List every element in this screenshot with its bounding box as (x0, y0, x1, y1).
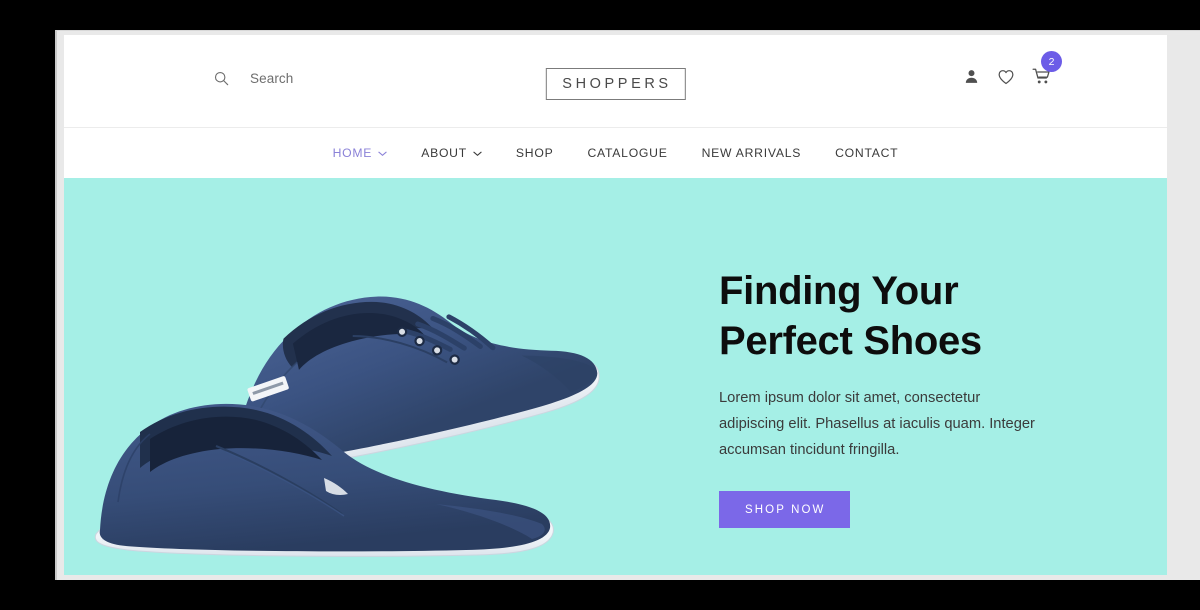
hero-product-image (64, 178, 704, 575)
search-icon (214, 71, 229, 86)
search-label: Search (250, 71, 294, 86)
nav-item-label: HOME (332, 146, 373, 160)
nav-item-label: CATALOGUE (587, 146, 668, 160)
chevron-down-icon (378, 151, 387, 157)
hero-heading: Finding Your Perfect Shoes (719, 266, 1099, 366)
nav-item-about[interactable]: ABOUT (421, 146, 482, 160)
nav-item-label: SHOP (515, 146, 554, 160)
nav-item-contact[interactable]: CONTACT (835, 146, 898, 160)
cart-badge[interactable]: 2 (1041, 51, 1062, 72)
cart-icon-wrapper[interactable]: 2 (1032, 51, 1062, 86)
browser-window-frame: Search SHOPPERS 2 HOME ABOUT SHOP CATALO… (55, 30, 1200, 580)
chevron-down-icon (473, 151, 482, 157)
page-viewport: Search SHOPPERS 2 HOME ABOUT SHOP CATALO… (64, 35, 1167, 575)
header-actions: 2 (963, 51, 1062, 86)
primary-navigation: HOME ABOUT SHOP CATALOGUE NEW ARRIVALS C… (64, 128, 1167, 178)
hero-copy: Finding Your Perfect Shoes Lorem ipsum d… (719, 266, 1099, 528)
search-input[interactable]: Search (214, 71, 293, 86)
nav-item-catalogue[interactable]: CATALOGUE (587, 146, 667, 160)
hero-heading-line2: Perfect Shoes (719, 319, 982, 363)
hero-banner: Finding Your Perfect Shoes Lorem ipsum d… (64, 178, 1167, 575)
brand-logo-text: SHOPPERS (562, 76, 672, 92)
nav-item-new-arrivals[interactable]: NEW ARRIVALS (702, 146, 802, 160)
user-icon[interactable] (963, 68, 980, 85)
nav-item-label: ABOUT (421, 146, 467, 160)
hero-heading-line1: Finding Your (719, 269, 959, 313)
heart-icon[interactable] (997, 68, 1015, 86)
nav-item-home[interactable]: HOME (333, 146, 388, 160)
site-header: Search SHOPPERS 2 (64, 35, 1167, 128)
nav-item-label: CONTACT (835, 146, 899, 160)
nav-item-label: NEW ARRIVALS (701, 146, 802, 160)
brand-logo[interactable]: SHOPPERS (545, 68, 686, 100)
shop-now-button[interactable]: SHOP NOW (719, 491, 851, 528)
nav-item-shop[interactable]: SHOP (516, 146, 554, 160)
hero-paragraph: Lorem ipsum dolor sit amet, consectetur … (719, 390, 1035, 458)
